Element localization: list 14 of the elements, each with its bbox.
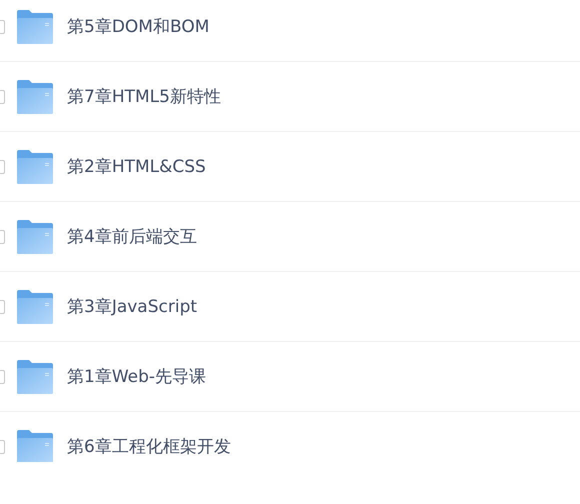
- folder-icon: [17, 430, 53, 462]
- folder-icon: [17, 80, 53, 114]
- folder-icon: [17, 360, 53, 394]
- folder-name[interactable]: 第2章HTML&CSS: [67, 155, 206, 178]
- folder-name[interactable]: 第4章前后端交互: [67, 225, 197, 248]
- folder-name[interactable]: 第7章HTML5新特性: [67, 85, 221, 108]
- folder-icon: [17, 290, 53, 324]
- folder-name[interactable]: 第3章JavaScript: [67, 295, 198, 318]
- folder-name[interactable]: 第6章工程化框架开发: [67, 435, 231, 458]
- folder-icon: [17, 220, 53, 254]
- folder-icon: [17, 150, 53, 184]
- folder-name[interactable]: 第5章DOM和BOM: [67, 15, 210, 38]
- folder-name[interactable]: 第1章Web-先导课: [67, 365, 206, 388]
- folder-icon: [17, 10, 53, 44]
